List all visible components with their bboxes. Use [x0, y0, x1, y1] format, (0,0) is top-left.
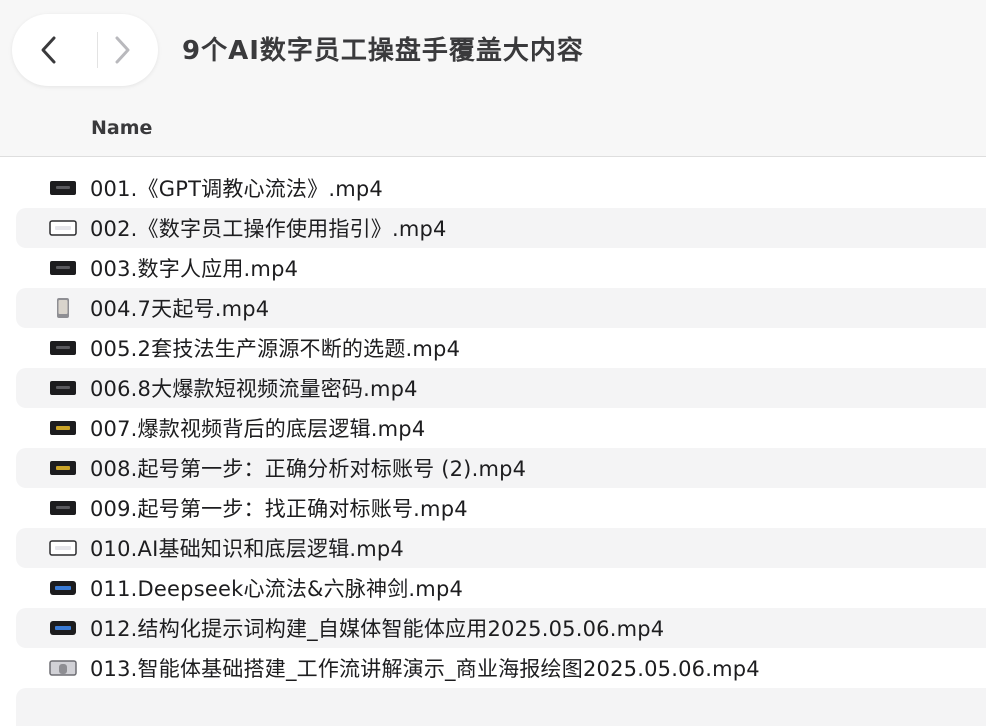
file-row[interactable]: 008.起号第一步：正确分析对标账号 (2).mp4 — [16, 448, 986, 488]
video-file-icon — [50, 501, 76, 515]
file-thumbnail — [48, 578, 78, 598]
file-name: 007.爆款视频背后的底层逻辑.mp4 — [90, 417, 426, 441]
file-row[interactable]: 003.数字人应用.mp4 — [0, 248, 986, 288]
file-row[interactable]: 011.Deepseek心流法&六脉神剑.mp4 — [0, 568, 986, 608]
toolbar: 9个AI数字员工操盘手覆盖大内容 — [0, 0, 986, 104]
file-thumbnail — [48, 458, 78, 478]
file-row[interactable]: 013.智能体基础搭建_工作流讲解演示_商业海报绘图2025.05.06.mp4 — [0, 648, 986, 688]
file-name: 011.Deepseek心流法&六脉神剑.mp4 — [90, 577, 464, 601]
finder-window: 9个AI数字员工操盘手覆盖大内容 Name 001.《GPT调教心流法》.mp4… — [0, 0, 986, 726]
file-thumbnail — [48, 618, 78, 638]
file-row[interactable]: 012.结构化提示词构建_自媒体智能体应用2025.05.06.mp4 — [16, 608, 986, 648]
video-file-icon — [50, 381, 76, 395]
file-name: 013.智能体基础搭建_工作流讲解演示_商业海报绘图2025.05.06.mp4 — [90, 657, 760, 681]
file-thumbnail — [48, 418, 78, 438]
video-file-icon — [49, 540, 77, 556]
empty-row — [16, 688, 986, 726]
file-name: 008.起号第一步：正确分析对标账号 (2).mp4 — [90, 457, 527, 481]
file-thumbnail — [48, 298, 78, 318]
file-name: 004.7天起号.mp4 — [90, 297, 270, 321]
file-name: 012.结构化提示词构建_自媒体智能体应用2025.05.06.mp4 — [90, 617, 665, 641]
file-row[interactable]: 002.《数字员工操作使用指引》.mp4 — [16, 208, 986, 248]
video-file-icon — [50, 581, 76, 595]
file-name: 006.8大爆款短视频流量密码.mp4 — [90, 377, 418, 401]
file-name: 003.数字人应用.mp4 — [90, 257, 299, 281]
video-file-icon — [57, 298, 69, 318]
file-thumbnail — [48, 218, 78, 238]
file-thumbnail — [48, 658, 78, 678]
file-thumbnail — [48, 538, 78, 558]
file-name: 005.2套技法生产源源不断的选题.mp4 — [90, 337, 461, 361]
file-name: 001.《GPT调教心流法》.mp4 — [90, 177, 383, 201]
video-file-icon — [50, 261, 76, 275]
column-header-name[interactable]: Name — [91, 117, 152, 139]
file-row[interactable]: 001.《GPT调教心流法》.mp4 — [0, 168, 986, 208]
video-file-icon — [49, 660, 77, 676]
video-file-icon — [49, 220, 77, 236]
file-row[interactable]: 004.7天起号.mp4 — [16, 288, 986, 328]
file-thumbnail — [48, 258, 78, 278]
video-file-icon — [50, 341, 76, 355]
video-file-icon — [50, 621, 76, 635]
file-name: 010.AI基础知识和底层逻辑.mp4 — [90, 537, 404, 561]
file-row[interactable]: 006.8大爆款短视频流量密码.mp4 — [16, 368, 986, 408]
video-file-icon — [50, 461, 76, 475]
file-thumbnail — [48, 338, 78, 358]
forward-button[interactable] — [85, 14, 158, 86]
file-name: 002.《数字员工操作使用指引》.mp4 — [90, 217, 447, 241]
file-name: 009.起号第一步：找正确对标账号.mp4 — [90, 497, 468, 521]
window-title: 9个AI数字员工操盘手覆盖大内容 — [182, 36, 584, 66]
file-row[interactable]: 007.爆款视频背后的底层逻辑.mp4 — [0, 408, 986, 448]
video-file-icon — [50, 421, 76, 435]
file-thumbnail — [48, 378, 78, 398]
chevron-right-icon — [115, 36, 129, 64]
file-list: 001.《GPT调教心流法》.mp4 002.《数字员工操作使用指引》.mp4 00… — [0, 168, 986, 688]
navigation-button-group — [12, 14, 158, 86]
column-header-bar: Name — [0, 104, 986, 157]
chevron-left-icon — [41, 36, 55, 64]
file-row[interactable]: 005.2套技法生产源源不断的选题.mp4 — [0, 328, 986, 368]
file-thumbnail — [48, 498, 78, 518]
video-file-icon — [50, 181, 76, 195]
file-row[interactable]: 009.起号第一步：找正确对标账号.mp4 — [0, 488, 986, 528]
file-row[interactable]: 010.AI基础知识和底层逻辑.mp4 — [16, 528, 986, 568]
file-thumbnail — [48, 178, 78, 198]
back-button[interactable] — [12, 14, 85, 86]
